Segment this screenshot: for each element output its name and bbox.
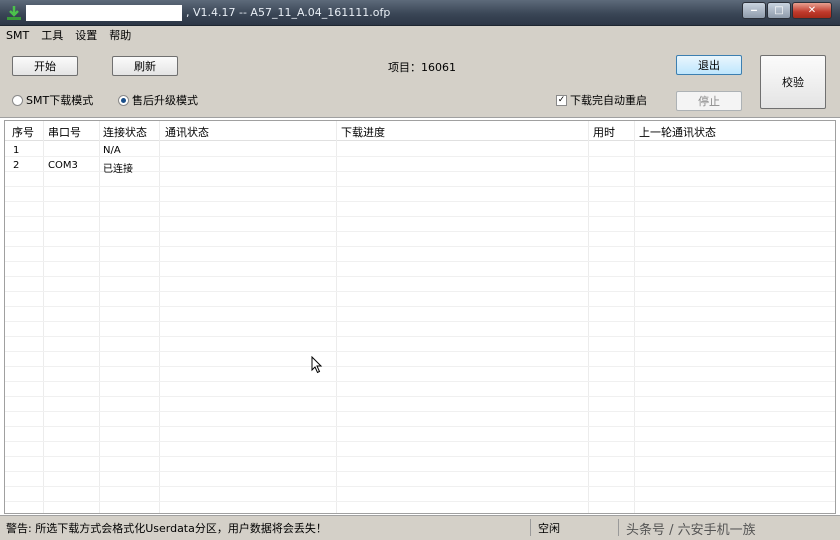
start-button[interactable]: 开始: [12, 56, 78, 76]
row-divider: [5, 381, 835, 382]
stop-button[interactable]: 停止: [676, 91, 742, 111]
title-redacted: [26, 5, 182, 21]
status-divider: [618, 519, 619, 536]
cell-connection: 已连接: [103, 164, 133, 175]
row-divider: [5, 396, 835, 397]
radio-aftersale[interactable]: [118, 94, 129, 106]
close-button[interactable]: ✕: [792, 2, 832, 19]
cell-index: 2: [13, 160, 20, 171]
window-title: , V1.4.17 -- A57_11_A.04_161111.ofp: [186, 6, 391, 19]
download-arrow-icon: [7, 6, 21, 20]
row-divider: [5, 246, 835, 247]
col-connection[interactable]: 连接状态: [103, 124, 147, 140]
col-last-comm[interactable]: 上一轮通讯状态: [639, 124, 716, 140]
col-progress[interactable]: 下载进度: [341, 124, 385, 140]
mode-aftersale-label: 售后升级模式: [132, 94, 198, 107]
col-index[interactable]: 序号: [12, 124, 34, 140]
row-divider: [5, 336, 835, 337]
col-port[interactable]: 串口号: [48, 124, 81, 140]
maximize-button[interactable]: □: [767, 2, 791, 19]
status-state: 空闲: [538, 522, 560, 535]
watermark: 头条号 / 六安手机一族: [626, 523, 756, 538]
mode-smt-label: SMT下载模式: [26, 94, 94, 107]
title-bar: , V1.4.17 -- A57_11_A.04_161111.ofp ‒ □ …: [0, 0, 840, 26]
row-divider: [5, 441, 835, 442]
table-header: 序号 串口号 连接状态 通讯状态 下载进度 用时 上一轮通讯状态: [5, 121, 835, 141]
row-divider: [5, 261, 835, 262]
row-divider: [5, 306, 835, 307]
status-bar: 警告: 所选下载方式会格式化Userdata分区，用户数据将会丢失！ 空闲 头条…: [0, 515, 840, 540]
mouse-pointer-icon: [311, 356, 323, 374]
device-table: 序号 串口号 连接状态 通讯状态 下载进度 用时 上一轮通讯状态 1 N/A 2…: [4, 120, 836, 514]
row-divider: [5, 366, 835, 367]
menu-bar: SMT 工具 设置 帮助: [0, 26, 840, 44]
row-divider: [5, 471, 835, 472]
minimize-button[interactable]: ‒: [742, 2, 766, 19]
menu-tools[interactable]: 工具: [41, 27, 63, 43]
row-divider: [5, 426, 835, 427]
menu-settings[interactable]: 设置: [75, 27, 97, 43]
status-divider: [530, 519, 531, 536]
control-panel: 开始 刷新 项目：16061 退出 停止 校验 SMT下载模式 售后升级模式 ✓…: [0, 44, 840, 118]
verify-button[interactable]: 校验: [760, 55, 826, 109]
row-divider: [5, 156, 835, 157]
row-divider: [5, 276, 835, 277]
row-divider: [5, 216, 835, 217]
auto-restart-checkbox[interactable]: ✓: [556, 94, 567, 106]
menu-help[interactable]: 帮助: [109, 27, 131, 43]
cell-port: COM3: [48, 160, 78, 171]
menu-smt[interactable]: SMT: [6, 29, 29, 42]
refresh-button[interactable]: 刷新: [112, 56, 178, 76]
project-label: 项目：16061: [388, 61, 456, 74]
window-controls: ‒ □ ✕: [741, 2, 832, 19]
col-comm[interactable]: 通讯状态: [165, 124, 209, 140]
row-divider: [5, 501, 835, 502]
radio-smt[interactable]: [12, 94, 23, 106]
cell-index: 1: [13, 145, 20, 156]
status-warning: 警告: 所选下载方式会格式化Userdata分区，用户数据将会丢失！: [6, 522, 327, 535]
row-divider: [5, 486, 835, 487]
cell-connection: N/A: [103, 145, 121, 156]
mode-smt-option[interactable]: SMT下载模式: [12, 92, 93, 108]
row-divider: [5, 201, 835, 202]
auto-restart-label: 下载完自动重启: [570, 94, 647, 107]
auto-restart-option[interactable]: ✓ 下载完自动重启: [556, 92, 647, 108]
row-divider: [5, 351, 835, 352]
row-divider: [5, 186, 835, 187]
exit-button[interactable]: 退出: [676, 55, 742, 75]
mode-aftersale-option[interactable]: 售后升级模式: [118, 92, 198, 108]
row-divider: [5, 291, 835, 292]
col-time[interactable]: 用时: [593, 124, 615, 140]
row-divider: [5, 411, 835, 412]
row-divider: [5, 321, 835, 322]
row-divider: [5, 231, 835, 232]
row-divider: [5, 456, 835, 457]
